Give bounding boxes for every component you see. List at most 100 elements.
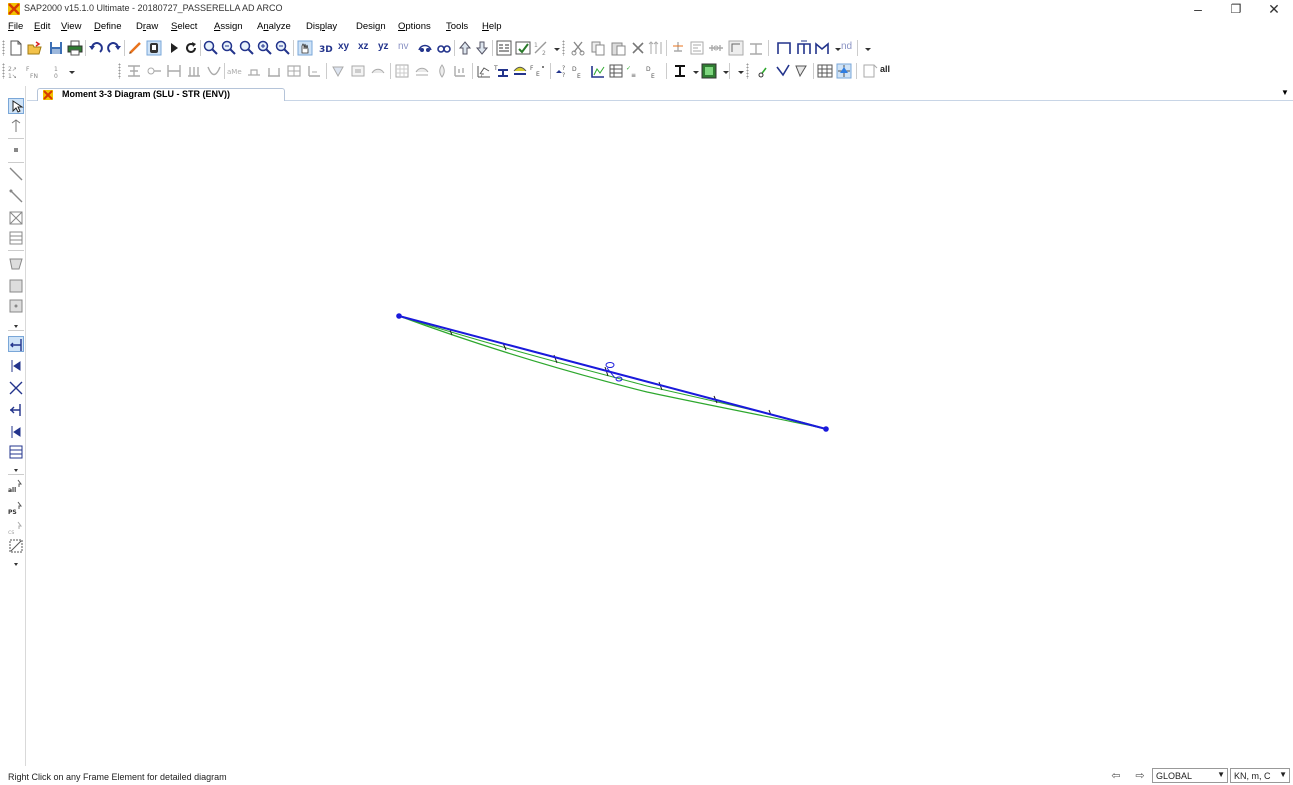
draw-column-icon[interactable] <box>166 63 182 79</box>
delete-icon[interactable] <box>630 40 646 56</box>
assign-releases-icon[interactable] <box>708 40 724 56</box>
show-virtual-work-icon[interactable]: ?? <box>554 63 570 79</box>
menu-view[interactable]: View <box>61 21 81 32</box>
draw-special-joint-icon[interactable]: aMe <box>227 63 243 79</box>
move-up-icon[interactable] <box>457 40 473 56</box>
zoom-out-icon[interactable] <box>275 40 291 56</box>
assign-area-loads-icon[interactable] <box>414 63 430 79</box>
show-design-results-icon[interactable]: ✓ ≡ <box>626 63 642 79</box>
snap-to-lines-icon[interactable] <box>775 63 791 79</box>
display-dropdown-icon[interactable] <box>64 63 75 79</box>
refresh-view-icon[interactable] <box>183 40 199 56</box>
snap-midpoint-icon[interactable] <box>862 63 878 79</box>
intersecting-line-select-icon[interactable] <box>8 538 24 554</box>
snap-to-intersections-icon[interactable] <box>794 63 810 79</box>
rotate-3d-view-icon[interactable] <box>417 40 433 56</box>
menu-display[interactable]: Display <box>306 21 337 32</box>
menu-options[interactable]: Options <box>398 21 431 32</box>
snap-grid-icon[interactable] <box>817 63 833 79</box>
model-view-canvas[interactable] <box>27 102 1293 766</box>
draw-section-cut-icon[interactable] <box>8 336 24 352</box>
frame-design-dropdown-icon[interactable] <box>688 63 699 79</box>
units-select[interactable]: KN, m, C ▼ <box>1230 768 1290 783</box>
show-design-details-icon[interactable]: DE <box>646 63 662 79</box>
cut-icon[interactable] <box>570 40 586 56</box>
section-designer-dropdown-icon[interactable] <box>718 63 729 79</box>
tab-moment-diagram[interactable]: Moment 3-3 Diagram (SLU - STR (ENV)) <box>37 88 285 101</box>
reshape-object-icon[interactable] <box>8 118 24 134</box>
draw-tendon-icon[interactable] <box>370 63 386 79</box>
quick-draw-secondary-beams-icon[interactable] <box>8 230 24 246</box>
draw-reference-point-icon[interactable] <box>8 380 24 396</box>
draw-truss-icon[interactable] <box>814 40 830 56</box>
draw-rect-area-tool-icon[interactable] <box>8 278 24 294</box>
close-button[interactable]: ✕ <box>1256 0 1292 18</box>
window-list-dropdown-icon[interactable]: ▼ <box>1279 88 1291 100</box>
menu-file[interactable]: File <box>8 21 23 32</box>
draw-frame-icon[interactable] <box>776 40 792 56</box>
view-xz-button[interactable]: xz <box>358 41 369 52</box>
minimize-button[interactable]: – <box>1180 0 1216 18</box>
redo-icon[interactable] <box>106 40 122 56</box>
select-all-button[interactable]: all <box>880 64 890 74</box>
draw-area-icon[interactable] <box>246 63 262 79</box>
assign-joint-restraint-icon[interactable] <box>670 40 686 56</box>
draw-1-joint-link-icon[interactable] <box>8 424 24 440</box>
section-cut-icon[interactable]: 12 <box>533 40 549 56</box>
draw-special-point-icon[interactable] <box>8 402 24 418</box>
assign-frame-loads-icon[interactable] <box>748 40 764 56</box>
draw-solid-icon[interactable] <box>330 63 346 79</box>
toolbar-grip[interactable] <box>2 63 5 79</box>
pointer-select-icon[interactable] <box>8 98 24 114</box>
replicate-icon[interactable] <box>648 40 664 56</box>
quick-draw-frame-icon[interactable] <box>8 188 24 204</box>
select-all-icon[interactable]: all <box>8 478 24 494</box>
show-deflections-icon[interactable] <box>512 63 528 79</box>
open-model-icon[interactable] <box>27 40 43 56</box>
object-shrink-icon[interactable] <box>496 40 512 56</box>
assign-local-axes-icon[interactable] <box>728 40 744 56</box>
pan-icon[interactable] <box>297 40 313 56</box>
new-model-icon[interactable] <box>8 40 24 56</box>
paste-icon[interactable] <box>610 40 626 56</box>
toolbar-grip[interactable] <box>2 40 5 56</box>
select-tools-dropdown-icon[interactable] <box>8 556 24 566</box>
nd-button[interactable]: nd <box>841 41 852 52</box>
draw-poly-area-tool-icon[interactable] <box>8 256 24 272</box>
maximize-button[interactable]: ❐ <box>1218 0 1254 18</box>
run-analysis-icon[interactable] <box>166 40 182 56</box>
show-joint-reactions-icon[interactable]: F FN <box>26 63 42 79</box>
menu-tools[interactable]: Tools <box>446 21 468 32</box>
next-step-arrow-icon[interactable]: ⇨ <box>1132 769 1148 783</box>
undo-icon[interactable] <box>88 40 104 56</box>
show-frame-forces-icon[interactable]: T <box>494 63 510 79</box>
menu-design[interactable]: Design <box>356 21 386 32</box>
frame-design-icon[interactable] <box>672 63 688 79</box>
view-yz-button[interactable]: yz <box>378 41 389 52</box>
draw-slab-icon[interactable] <box>266 63 282 79</box>
assign-joint-springs-icon[interactable] <box>452 63 468 79</box>
draw-frame-cable-icon[interactable] <box>8 166 24 182</box>
draw-joint-icon[interactable] <box>8 142 24 158</box>
menu-edit[interactable]: Edit <box>34 21 50 32</box>
show-undeformed-shape-icon[interactable]: 2↗ 1↘ <box>8 63 24 79</box>
coordinate-system-select[interactable]: GLOBAL ▼ <box>1152 768 1228 783</box>
lock-model-icon[interactable] <box>127 40 143 56</box>
draw-solid-box-icon[interactable] <box>350 63 366 79</box>
set-display-options-icon[interactable] <box>515 40 531 56</box>
restore-full-view-icon[interactable] <box>221 40 237 56</box>
draw-beam-icon[interactable] <box>126 63 142 79</box>
quick-draw-braces-icon[interactable] <box>8 210 24 226</box>
draw-cable-icon[interactable] <box>206 63 222 79</box>
clear-selection-icon[interactable]: cs <box>8 520 24 536</box>
perspective-toggle-icon[interactable] <box>436 40 452 56</box>
get-previous-selection-icon[interactable]: PS <box>8 500 24 516</box>
menu-draw[interactable]: Draw <box>136 21 158 32</box>
view-3d-icon[interactable]: 3D <box>318 40 334 56</box>
draw-frame-special-icon[interactable] <box>796 40 812 56</box>
draw-rect-area-icon[interactable] <box>286 63 302 79</box>
draw-dimension-line-icon[interactable] <box>8 358 24 374</box>
menu-define[interactable]: Define <box>94 21 121 32</box>
draw-link-icon[interactable] <box>146 63 162 79</box>
quick-draw-area-icon[interactable] <box>8 298 24 314</box>
